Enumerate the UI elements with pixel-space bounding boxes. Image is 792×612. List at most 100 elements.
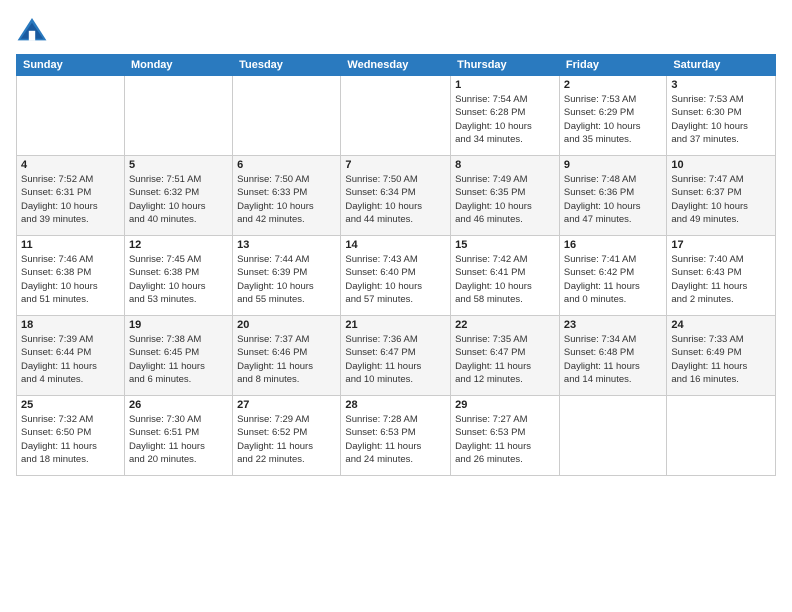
calendar-cell: 5 Sunrise: 7:51 AM Sunset: 6:32 PM Daylig… [124,156,232,236]
calendar-cell: 17 Sunrise: 7:40 AM Sunset: 6:43 PM Dayli… [667,236,776,316]
day-info: Sunrise: 7:50 AM Sunset: 6:34 PM Dayligh… [345,173,446,226]
calendar-cell: 24 Sunrise: 7:33 AM Sunset: 6:49 PM Dayli… [667,316,776,396]
day-info: Sunrise: 7:50 AM Sunset: 6:33 PM Dayligh… [237,173,336,226]
weekday-header: Wednesday [341,55,451,76]
day-number: 26 [129,399,228,411]
calendar-cell: 13 Sunrise: 7:44 AM Sunset: 6:39 PM Dayli… [233,236,341,316]
day-number: 13 [237,239,336,251]
day-info: Sunrise: 7:45 AM Sunset: 6:38 PM Dayligh… [129,253,228,306]
day-info: Sunrise: 7:39 AM Sunset: 6:44 PM Dayligh… [21,333,120,386]
weekday-header: Tuesday [233,55,341,76]
calendar-cell [124,76,232,156]
day-info: Sunrise: 7:43 AM Sunset: 6:40 PM Dayligh… [345,253,446,306]
day-number: 7 [345,159,446,171]
calendar-cell: 3Sunrise: 7:53 AM Sunset: 6:30 PM Daylig… [667,76,776,156]
day-info: Sunrise: 7:44 AM Sunset: 6:39 PM Dayligh… [237,253,336,306]
day-info: Sunrise: 7:40 AM Sunset: 6:43 PM Dayligh… [671,253,771,306]
day-info: Sunrise: 7:32 AM Sunset: 6:50 PM Dayligh… [21,413,120,466]
day-info: Sunrise: 7:33 AM Sunset: 6:49 PM Dayligh… [671,333,771,386]
weekday-header: Friday [559,55,666,76]
calendar-cell: 19 Sunrise: 7:38 AM Sunset: 6:45 PM Dayli… [124,316,232,396]
day-number: 6 [237,159,336,171]
calendar-cell: 6 Sunrise: 7:50 AM Sunset: 6:33 PM Daylig… [233,156,341,236]
day-info: Sunrise: 7:38 AM Sunset: 6:45 PM Dayligh… [129,333,228,386]
calendar-week-row: 11 Sunrise: 7:46 AM Sunset: 6:38 PM Dayli… [17,236,776,316]
day-number: 29 [455,399,555,411]
weekday-header: Thursday [451,55,560,76]
calendar-cell: 15 Sunrise: 7:42 AM Sunset: 6:41 PM Dayli… [451,236,560,316]
weekday-header-row: SundayMondayTuesdayWednesdayThursdayFrid… [17,55,776,76]
logo-icon [16,16,48,44]
day-info: Sunrise: 7:27 AM Sunset: 6:53 PM Dayligh… [455,413,555,466]
calendar-cell: 14 Sunrise: 7:43 AM Sunset: 6:40 PM Dayli… [341,236,451,316]
day-info: Sunrise: 7:52 AM Sunset: 6:31 PM Dayligh… [21,173,120,226]
calendar-cell: 12 Sunrise: 7:45 AM Sunset: 6:38 PM Dayli… [124,236,232,316]
calendar-cell: 8 Sunrise: 7:49 AM Sunset: 6:35 PM Daylig… [451,156,560,236]
header [16,16,776,44]
day-number: 20 [237,319,336,331]
day-number: 15 [455,239,555,251]
day-info: Sunrise: 7:34 AM Sunset: 6:48 PM Dayligh… [564,333,662,386]
day-number: 23 [564,319,662,331]
day-info: Sunrise: 7:29 AM Sunset: 6:52 PM Dayligh… [237,413,336,466]
calendar-cell: 11 Sunrise: 7:46 AM Sunset: 6:38 PM Dayli… [17,236,125,316]
logo [16,16,50,44]
day-number: 5 [129,159,228,171]
calendar-cell: 2Sunrise: 7:53 AM Sunset: 6:29 PM Daylig… [559,76,666,156]
day-number: 12 [129,239,228,251]
day-info: Sunrise: 7:46 AM Sunset: 6:38 PM Dayligh… [21,253,120,306]
day-info: Sunrise: 7:37 AM Sunset: 6:46 PM Dayligh… [237,333,336,386]
day-info: Sunrise: 7:35 AM Sunset: 6:47 PM Dayligh… [455,333,555,386]
calendar-cell [233,76,341,156]
day-number: 22 [455,319,555,331]
day-number: 17 [671,239,771,251]
weekday-header: Saturday [667,55,776,76]
day-number: 18 [21,319,120,331]
day-number: 9 [564,159,662,171]
day-number: 11 [21,239,120,251]
day-info: Sunrise: 7:54 AM Sunset: 6:28 PM Dayligh… [455,93,555,146]
calendar-week-row: 1 Sunrise: 7:54 AM Sunset: 6:28 PM Daylig… [17,76,776,156]
day-number: 10 [671,159,771,171]
day-number: 24 [671,319,771,331]
calendar-cell: 16 Sunrise: 7:41 AM Sunset: 6:42 PM Dayli… [559,236,666,316]
day-number: 1 [455,79,555,91]
calendar-cell [341,76,451,156]
day-number: 8 [455,159,555,171]
calendar-cell: 22 Sunrise: 7:35 AM Sunset: 6:47 PM Dayli… [451,316,560,396]
page: SundayMondayTuesdayWednesdayThursdayFrid… [0,0,792,612]
calendar-cell: 4 Sunrise: 7:52 AM Sunset: 6:31 PM Daylig… [17,156,125,236]
day-info: Sunrise: 7:36 AM Sunset: 6:47 PM Dayligh… [345,333,446,386]
day-info: Sunrise: 7:42 AM Sunset: 6:41 PM Dayligh… [455,253,555,306]
calendar-cell: 1 Sunrise: 7:54 AM Sunset: 6:28 PM Daylig… [451,76,560,156]
day-info: Sunrise: 7:28 AM Sunset: 6:53 PM Dayligh… [345,413,446,466]
day-info: Sunrise: 7:51 AM Sunset: 6:32 PM Dayligh… [129,173,228,226]
calendar-cell: 9 Sunrise: 7:48 AM Sunset: 6:36 PM Daylig… [559,156,666,236]
day-info: Sunrise: 7:53 AM Sunset: 6:30 PM Dayligh… [671,93,771,146]
calendar-cell: 10 Sunrise: 7:47 AM Sunset: 6:37 PM Dayli… [667,156,776,236]
calendar-cell [17,76,125,156]
calendar-week-row: 18 Sunrise: 7:39 AM Sunset: 6:44 PM Dayli… [17,316,776,396]
calendar-cell: 23 Sunrise: 7:34 AM Sunset: 6:48 PM Dayli… [559,316,666,396]
day-info: Sunrise: 7:53 AM Sunset: 6:29 PM Dayligh… [564,93,662,146]
day-info: Sunrise: 7:41 AM Sunset: 6:42 PM Dayligh… [564,253,662,306]
day-number: 25 [21,399,120,411]
calendar-week-row: 25 Sunrise: 7:32 AM Sunset: 6:50 PM Dayli… [17,396,776,476]
calendar-cell: 21 Sunrise: 7:36 AM Sunset: 6:47 PM Dayli… [341,316,451,396]
calendar-cell: 25 Sunrise: 7:32 AM Sunset: 6:50 PM Dayli… [17,396,125,476]
day-info: Sunrise: 7:49 AM Sunset: 6:35 PM Dayligh… [455,173,555,226]
day-number: 16 [564,239,662,251]
day-number: 14 [345,239,446,251]
calendar-cell: 7 Sunrise: 7:50 AM Sunset: 6:34 PM Daylig… [341,156,451,236]
calendar-cell [667,396,776,476]
day-number: 19 [129,319,228,331]
calendar-cell: 27Sunrise: 7:29 AM Sunset: 6:52 PM Dayli… [233,396,341,476]
day-info: Sunrise: 7:30 AM Sunset: 6:51 PM Dayligh… [129,413,228,466]
day-info: Sunrise: 7:47 AM Sunset: 6:37 PM Dayligh… [671,173,771,226]
day-info: Sunrise: 7:48 AM Sunset: 6:36 PM Dayligh… [564,173,662,226]
calendar-cell: 18 Sunrise: 7:39 AM Sunset: 6:44 PM Dayli… [17,316,125,396]
calendar-cell: 20 Sunrise: 7:37 AM Sunset: 6:46 PM Dayli… [233,316,341,396]
day-number: 4 [21,159,120,171]
calendar: SundayMondayTuesdayWednesdayThursdayFrid… [16,54,776,476]
day-number: 21 [345,319,446,331]
